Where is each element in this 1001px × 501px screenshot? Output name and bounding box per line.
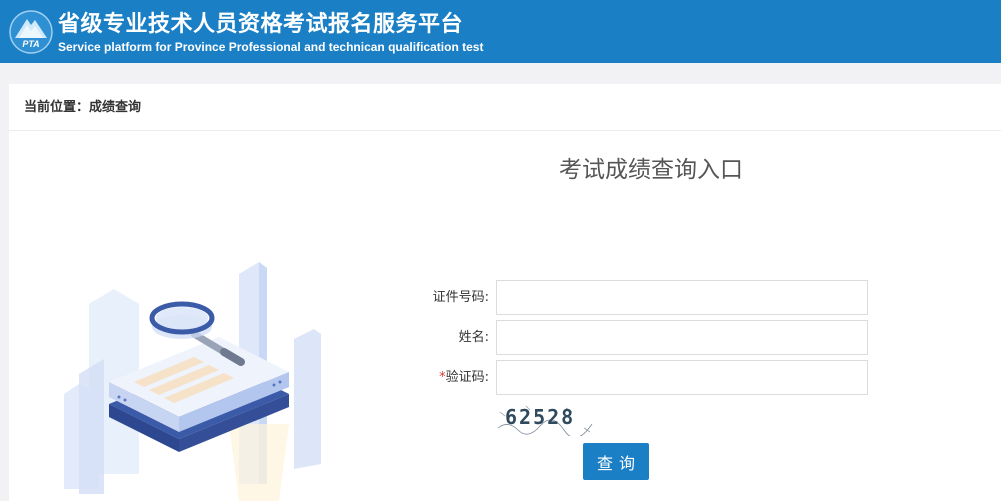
name-label: 姓名: bbox=[458, 330, 489, 345]
svg-text:PTA: PTA bbox=[22, 39, 39, 49]
captcha-row: *验证码: bbox=[409, 360, 869, 396]
site-subtitle: Service platform for Province Profession… bbox=[58, 40, 484, 54]
captcha-image[interactable]: 62528 bbox=[496, 400, 596, 436]
site-title: 省级专业技术人员资格考试报名服务平台 bbox=[58, 12, 464, 37]
page-title: 考试成绩查询入口 bbox=[9, 150, 1001, 184]
breadcrumb: 当前位置：成绩查询 bbox=[9, 84, 1001, 131]
name-input[interactable] bbox=[496, 320, 868, 355]
id-number-row: 证件号码: bbox=[409, 280, 869, 316]
captcha-text: 62528 bbox=[505, 405, 575, 429]
main-panel: 当前位置：成绩查询 考试成绩查询入口 证件号码: 姓名: *验证码: 62528… bbox=[9, 84, 1001, 501]
search-illustration bbox=[64, 262, 321, 501]
captcha-label: *验证码: bbox=[409, 360, 489, 396]
query-button[interactable]: 查询 bbox=[583, 443, 649, 480]
id-number-label: 证件号码: bbox=[432, 290, 489, 305]
page-title-text: 考试成绩查询入口 bbox=[559, 157, 743, 183]
name-row: 姓名: bbox=[409, 320, 869, 356]
captcha-input[interactable] bbox=[496, 360, 868, 395]
site-header: PTA 省级专业技术人员资格考试报名服务平台 Service platform … bbox=[0, 0, 1001, 63]
id-number-input[interactable] bbox=[496, 280, 868, 315]
captcha-label-text: 验证码: bbox=[445, 370, 489, 385]
pta-logo-icon: PTA bbox=[9, 10, 53, 54]
